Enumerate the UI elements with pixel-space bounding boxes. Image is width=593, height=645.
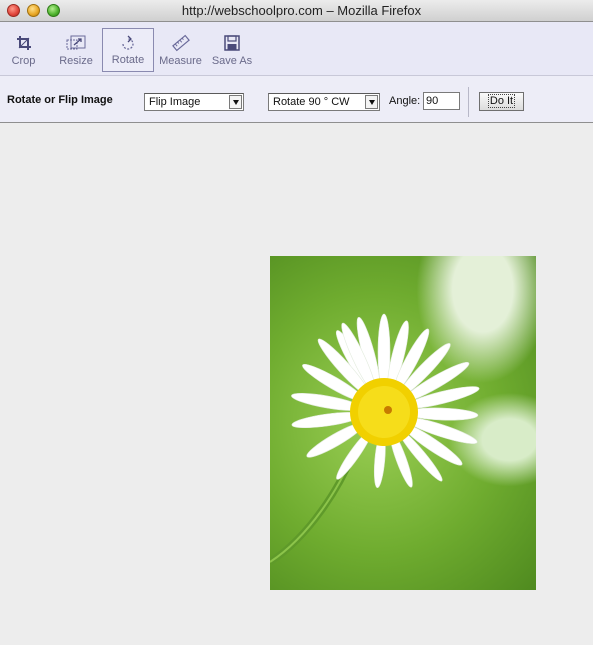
rotate-icon <box>122 35 134 50</box>
angle-label: Angle: <box>389 95 421 107</box>
angle-input[interactable] <box>423 92 460 110</box>
rotate-select-value: Rotate 90 ° CW <box>273 96 350 108</box>
save-as-tool-button[interactable]: Save As <box>207 28 257 72</box>
measure-tool-label: Measure <box>159 55 202 67</box>
chevron-down-icon <box>229 95 242 109</box>
rotate-tool-label: Rotate <box>111 54 145 66</box>
rotate-options-bar: Rotate or Flip Image Flip Image Rotate 9… <box>0 75 593 123</box>
save-as-tool-label: Save As <box>211 55 253 67</box>
rotate-tool-button[interactable]: Rotate <box>102 28 154 72</box>
daisy-flower-photo <box>270 256 536 590</box>
crop-tool-label: Crop <box>11 55 36 67</box>
measure-tool-button[interactable]: Measure <box>157 28 204 72</box>
editor-toolbar: Crop Resize Rotate Measure Save As <box>0 22 593 75</box>
resize-icon <box>66 35 86 50</box>
resize-tool-button[interactable]: Resize <box>52 28 100 72</box>
toolbar-divider <box>468 87 469 117</box>
crop-icon <box>16 36 31 50</box>
flip-select-value: Flip Image <box>149 96 201 108</box>
options-title: Rotate or Flip Image <box>7 94 113 106</box>
floppy-disk-icon <box>224 35 240 51</box>
flip-image-select[interactable]: Flip Image <box>144 93 244 111</box>
chevron-down-icon <box>365 95 378 109</box>
resize-tool-label: Resize <box>59 55 93 67</box>
rotate-direction-select[interactable]: Rotate 90 ° CW <box>268 93 380 111</box>
window-title: http://webschoolpro.com – Mozilla Firefo… <box>181 3 422 18</box>
ruler-icon <box>171 34 190 52</box>
do-it-button[interactable]: Do It <box>479 92 524 111</box>
window-title-bar: http://webschoolpro.com – Mozilla Firefo… <box>0 0 593 22</box>
crop-tool-button[interactable]: Crop <box>0 28 47 72</box>
do-it-label: Do It <box>487 94 516 108</box>
